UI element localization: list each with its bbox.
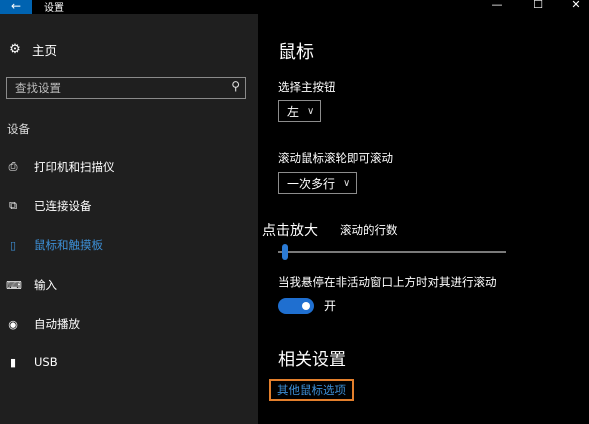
- related-settings-title: 相关设置: [278, 350, 346, 370]
- search-icon[interactable]: ⚲: [231, 79, 240, 93]
- main-content: 鼠标 选择主按钮 左 ∨ 滚动鼠标滚轮即可滚动 一次多行 ∨ 滚动的行数 点击放…: [258, 14, 589, 424]
- zoom-overlay-text: 点击放大: [262, 223, 318, 239]
- lines-to-scroll-label: 滚动的行数: [340, 223, 398, 237]
- sidebar: ⚙ 主页 ⚲ 设备 ⎙ 打印机和扫描仪 ⧉ 已连接设备 ▯ 鼠标和触摸板 ⌨ 输…: [0, 14, 258, 424]
- lines-slider-thumb[interactable]: [282, 244, 288, 260]
- device-icon: ⧉: [9, 199, 17, 212]
- close-button[interactable]: ✕: [566, 0, 586, 11]
- primary-button-select[interactable]: 左 ∨: [278, 100, 322, 122]
- search-input[interactable]: [7, 78, 225, 98]
- close-icon: ✕: [571, 0, 581, 11]
- page-title: 鼠标: [278, 42, 314, 63]
- inactive-scroll-toggle[interactable]: [278, 298, 314, 314]
- lines-slider-track[interactable]: [278, 251, 506, 253]
- section-heading: 设备: [7, 122, 30, 136]
- sidebar-item-connected-devices[interactable]: ⧉ 已连接设备: [6, 198, 92, 214]
- maximize-icon: ☐: [533, 0, 543, 11]
- sidebar-item-autoplay[interactable]: ◉ 自动播放: [6, 316, 80, 332]
- title-bar: ← 设置 — ☐ ✕: [0, 0, 589, 14]
- sidebar-item-label: 打印机和扫描仪: [34, 160, 115, 174]
- wheel-scroll-select[interactable]: 一次多行 ∨: [278, 172, 358, 194]
- highlight-box: 其他鼠标选项: [269, 379, 354, 401]
- inactive-scroll-label: 当我悬停在非活动窗口上方时对其进行滚动: [278, 275, 497, 289]
- primary-button-label: 选择主按钮: [278, 80, 336, 94]
- sidebar-item-usb[interactable]: ▮ USB: [6, 355, 58, 369]
- back-arrow-icon: ←: [10, 0, 22, 13]
- other-mouse-options-link[interactable]: 其他鼠标选项: [277, 382, 346, 398]
- wheel-scroll-label: 滚动鼠标滚轮即可滚动: [278, 151, 393, 165]
- sidebar-item-label: 已连接设备: [34, 199, 92, 213]
- keyboard-icon: ⌨: [6, 278, 22, 292]
- gear-icon: ⚙: [9, 42, 21, 57]
- maximize-button[interactable]: ☐: [528, 0, 548, 11]
- sidebar-item-typing[interactable]: ⌨ 输入: [6, 277, 57, 293]
- home-label: 主页: [32, 43, 58, 58]
- back-button[interactable]: ←: [0, 0, 32, 14]
- chevron-down-icon: ∨: [343, 177, 351, 189]
- sidebar-item-mouse[interactable]: ▯ 鼠标和触摸板: [6, 237, 103, 253]
- minimize-icon: —: [491, 0, 503, 11]
- sidebar-item-label: USB: [34, 355, 58, 369]
- usb-icon: ▮: [9, 355, 17, 369]
- toggle-state-text: 开: [324, 299, 337, 313]
- sidebar-item-label: 输入: [34, 278, 57, 292]
- sidebar-item-label: 鼠标和触摸板: [34, 238, 103, 252]
- autoplay-icon: ◉: [8, 317, 18, 331]
- primary-button-value: 左: [287, 104, 300, 119]
- wheel-scroll-value: 一次多行: [287, 176, 336, 191]
- chevron-down-icon: ∨: [307, 105, 315, 117]
- sidebar-home[interactable]: ⚙ 主页: [8, 40, 57, 59]
- toggle-knob: [302, 302, 310, 310]
- window-title: 设置: [44, 3, 64, 14]
- search-box[interactable]: ⚲: [6, 77, 246, 99]
- sidebar-item-printers[interactable]: ⎙ 打印机和扫描仪: [6, 159, 115, 175]
- minimize-button[interactable]: —: [487, 0, 507, 11]
- printer-icon: ⎙: [8, 160, 18, 173]
- mouse-icon: ▯: [9, 238, 17, 252]
- sidebar-item-label: 自动播放: [34, 317, 80, 331]
